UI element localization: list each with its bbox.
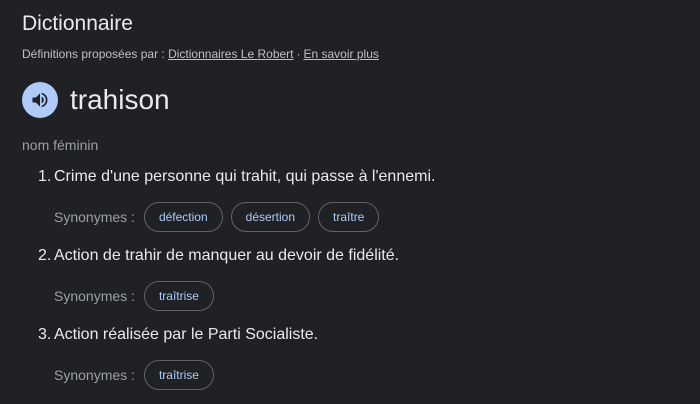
synonyms-row: Synonymes : traîtrise [54, 359, 222, 391]
definition-text: Crime d'une personne qui trahit, qui pas… [54, 168, 436, 185]
synonyms-row: Synonymes : traîtrise [54, 280, 222, 312]
card-title: Dictionnaire [22, 12, 133, 35]
definition-number: 2. [38, 247, 52, 264]
learn-more-link[interactable]: En savoir plus [304, 47, 379, 61]
source-link[interactable]: Dictionnaires Le Robert [168, 47, 293, 61]
definition-text: Action réalisée par le Parti Socialiste. [54, 326, 319, 343]
definition-item: 3. Action réalisée par le Parti Socialist… [38, 325, 318, 345]
dictionary-card: Dictionnaire Définitions proposées par :… [0, 0, 700, 404]
volume-icon [32, 92, 48, 108]
pronunciation-button[interactable] [22, 82, 58, 118]
definition-item: 1. Crime d'une personne qui trahit, qui p… [38, 167, 435, 187]
synonym-chip[interactable]: traîtrise [143, 360, 214, 390]
definition-number: 3. [38, 326, 52, 343]
synonym-chip[interactable]: traîtrise [143, 281, 214, 311]
synonyms-label: Synonymes : [54, 288, 135, 304]
synonyms-row: Synonymes : défection désertion traître [54, 201, 387, 233]
headword: trahison [70, 84, 170, 115]
synonym-chip[interactable]: désertion [230, 202, 311, 232]
definition-text: Action de trahir de manquer au devoir de… [54, 247, 400, 264]
definition-item: 2. Action de trahir de manquer au devoir … [38, 246, 399, 266]
part-of-speech: nom féminin [22, 137, 99, 153]
synonyms-label: Synonymes : [54, 209, 135, 225]
headword-row: trahison [22, 82, 170, 118]
synonym-chip[interactable]: défection [143, 202, 223, 232]
attribution: Définitions proposées par : Dictionnaire… [22, 46, 379, 62]
attribution-prefix: Définitions proposées par : [22, 47, 165, 61]
synonyms-label: Synonymes : [54, 367, 135, 383]
definition-number: 1. [38, 168, 52, 185]
attribution-separator: · [296, 47, 301, 61]
synonym-chip[interactable]: traître [318, 202, 380, 232]
